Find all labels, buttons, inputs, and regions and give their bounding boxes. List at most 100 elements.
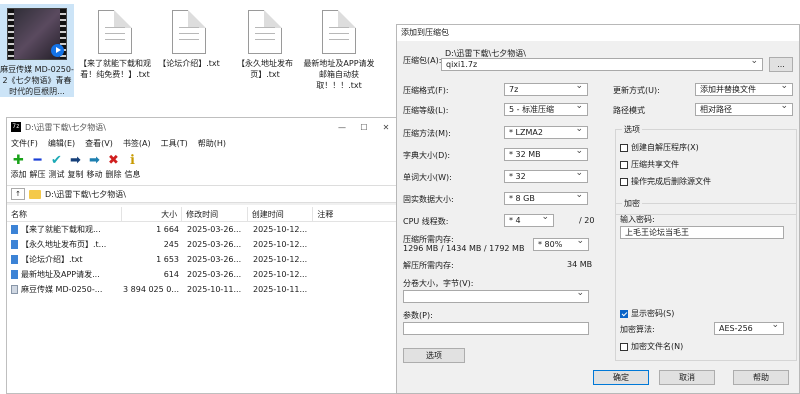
extract-button[interactable]: ━ 解压	[28, 151, 47, 185]
threads-total: / 20	[579, 216, 595, 225]
params-label: 参数(P):	[403, 311, 433, 320]
format-combo[interactable]: 7z	[504, 83, 588, 96]
menu-tools[interactable]: 工具(T)	[161, 138, 188, 149]
delete-button[interactable]: ✖ 删除	[104, 151, 123, 185]
minimize-button[interactable]: —	[331, 123, 353, 132]
table-row[interactable]: 【来了就能下载和观... 1 664 2025-03-26... 2025-10…	[7, 222, 397, 237]
browse-button[interactable]: ...	[769, 57, 793, 72]
extract-button-label: 解压	[29, 170, 46, 179]
cancel-button[interactable]: 取消	[659, 370, 715, 385]
split-combo[interactable]	[403, 290, 589, 303]
sfx-checkbox[interactable]: 创建自解压程序(X)	[620, 142, 699, 153]
format-label: 压缩格式(F):	[403, 86, 449, 95]
menu-bookmarks[interactable]: 书签(A)	[123, 138, 151, 149]
column-modified[interactable]: 修改时间	[182, 207, 248, 221]
test-button-label: 测试	[48, 170, 65, 179]
maximize-button[interactable]: ☐	[353, 123, 375, 132]
menu-bar: 文件(F) 编辑(E) 查看(V) 书签(A) 工具(T) 帮助(H)	[7, 136, 397, 151]
check-icon: ✔	[51, 152, 62, 168]
password-input[interactable]: 上毛王论坛当毛王	[620, 226, 784, 239]
address-bar[interactable]: ↑ D:\迅雷下载\七夕物语\	[7, 185, 397, 203]
close-button[interactable]: ✕	[375, 123, 397, 132]
file-size: 3 894 025 0...	[123, 285, 179, 294]
file-created: 2025-10-12...	[253, 225, 308, 234]
file-created: 2025-10-12...	[253, 255, 308, 264]
table-row[interactable]: 【永久地址发布页】.t... 245 2025-03-26... 2025-10…	[7, 237, 397, 252]
file-list-header: 名称 大小 修改时间 创建时间 注释	[7, 207, 397, 222]
file-list: 名称 大小 修改时间 创建时间 注释 【来了就能下载和观... 1 664 20…	[7, 205, 397, 393]
menu-view[interactable]: 查看(V)	[85, 138, 113, 149]
minus-icon: ━	[33, 152, 42, 168]
desktop-icon-label: 【永久地址发布页】.txt	[237, 59, 293, 79]
move-arrow-icon: ➡	[89, 152, 100, 168]
enc-method-combo[interactable]: AES-256	[714, 322, 784, 335]
file-size: 1 664	[156, 225, 179, 234]
path-mode-label: 路径模式	[613, 106, 645, 115]
file-name: 【来了就能下载和观...	[21, 225, 101, 234]
move-button[interactable]: ➡ 移动	[85, 151, 104, 185]
encrypt-names-checkbox[interactable]: 加密文件名(N)	[620, 341, 683, 352]
table-row[interactable]: 【论坛介绍】.txt 1 653 2025-03-26... 2025-10-1…	[7, 252, 397, 267]
address-path[interactable]: D:\迅雷下载\七夕物语\	[45, 189, 397, 200]
text-file-icon	[11, 270, 18, 279]
menu-help[interactable]: 帮助(H)	[198, 138, 226, 149]
file-name: 【永久地址发布页】.t...	[21, 240, 107, 249]
column-size[interactable]: 大小	[122, 207, 183, 221]
file-manager-window: 7z D:\迅雷下载\七夕物语\ — ☐ ✕ 文件(F) 编辑(E) 查看(V)…	[6, 117, 398, 394]
column-comment[interactable]: 注释	[313, 207, 397, 221]
add-button[interactable]: ✚ 添加	[9, 151, 28, 185]
title-bar[interactable]: 7z D:\迅雷下载\七夕物语\ — ☐ ✕	[7, 118, 397, 136]
options-button[interactable]: 选项	[403, 348, 465, 363]
desktop-icon-label: 【论坛介绍】.txt	[158, 59, 220, 68]
ok-button[interactable]: 确定	[593, 370, 649, 385]
desktop-icon-label: 【来了就能下载和观看！纯免费！】.txt	[79, 59, 151, 79]
path-mode-combo[interactable]: 相对路径	[695, 103, 793, 116]
menu-file[interactable]: 文件(F)	[11, 138, 38, 149]
delete-source-checkbox[interactable]: 操作完成后删除源文件	[620, 176, 711, 187]
desktop-icon-txt-4[interactable]: 最新地址及APP请发邮箱自动获取！！！.txt	[302, 4, 376, 91]
desktop-icon-txt-2[interactable]: 【论坛介绍】.txt	[152, 4, 226, 69]
params-input[interactable]	[403, 322, 589, 335]
file-modified: 2025-03-26...	[187, 255, 242, 264]
mem-percent-combo[interactable]: * 80%	[533, 238, 589, 251]
desktop-icon-txt-1[interactable]: 【来了就能下载和观看！纯免费！】.txt	[78, 4, 152, 80]
copy-button[interactable]: ➡ 复制	[66, 151, 85, 185]
up-folder-icon[interactable]: ↑	[11, 188, 25, 200]
file-modified: 2025-03-26...	[187, 225, 242, 234]
file-name: 【论坛介绍】.txt	[21, 255, 83, 264]
file-size: 614	[163, 270, 179, 279]
column-name[interactable]: 名称	[7, 207, 123, 221]
add-to-archive-dialog: 添加到压缩包 压缩包(A): D:\迅雷下载\七夕物语\ qixi1.7z ..…	[396, 24, 800, 394]
checkbox-box	[620, 160, 628, 169]
method-combo[interactable]: * LZMA2	[504, 126, 588, 139]
archive-name-combo[interactable]: qixi1.7z	[441, 58, 763, 71]
menu-edit[interactable]: 编辑(E)	[48, 138, 75, 149]
text-file-icon	[322, 10, 356, 54]
delete-source-label: 操作完成后删除源文件	[631, 177, 711, 186]
encrypt-names-label: 加密文件名(N)	[631, 342, 684, 351]
dict-combo[interactable]: * 32 MB	[504, 148, 588, 161]
info-button[interactable]: ℹ 信息	[123, 151, 142, 185]
file-modified: 2025-10-11...	[187, 285, 242, 294]
table-row[interactable]: 麻豆传媒 MD-0250-... 3 894 025 0... 2025-10-…	[7, 282, 397, 297]
word-combo[interactable]: * 32	[504, 170, 588, 183]
desktop-icon-video[interactable]: 麻豆传媒 MD-0250-2《七夕物语》青春时代的巨根阴...	[0, 4, 74, 97]
test-button[interactable]: ✔ 测试	[47, 151, 66, 185]
app-icon: 7z	[11, 122, 21, 132]
shared-checkbox[interactable]: 压缩共享文件	[620, 159, 679, 170]
update-combo[interactable]: 添加并替换文件	[695, 83, 793, 96]
enc-method-label: 加密算法:	[620, 325, 655, 334]
solid-combo[interactable]: * 8 GB	[504, 192, 588, 205]
file-created: 2025-10-12...	[253, 240, 308, 249]
checkbox-box	[620, 342, 628, 351]
table-row[interactable]: 最新地址及APP请发... 614 2025-03-26... 2025-10-…	[7, 267, 397, 282]
threads-combo[interactable]: * 4	[504, 214, 554, 227]
file-modified: 2025-03-26...	[187, 270, 242, 279]
help-button[interactable]: 帮助	[733, 370, 789, 385]
column-created[interactable]: 创建时间	[248, 207, 314, 221]
copy-button-label: 复制	[67, 170, 84, 179]
desktop-icon-txt-3[interactable]: 【永久地址发布页】.txt	[228, 4, 302, 80]
show-password-checkbox[interactable]: 显示密码(S)	[620, 308, 674, 319]
level-combo[interactable]: 5 - 标准压缩	[504, 103, 588, 116]
mem-decomp-label: 解压所需内存:	[403, 261, 454, 270]
